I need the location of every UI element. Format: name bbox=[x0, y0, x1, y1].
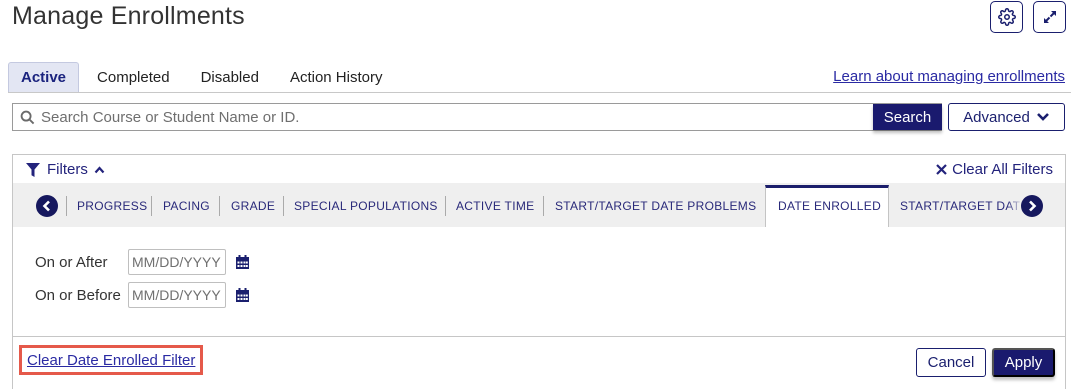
settings-button[interactable] bbox=[990, 1, 1023, 33]
filter-icon bbox=[25, 162, 41, 178]
scroll-right-button[interactable] bbox=[1021, 195, 1043, 217]
apply-button[interactable]: Apply bbox=[992, 348, 1055, 377]
enrollment-tabs: Active Completed Disabled Action History bbox=[8, 62, 400, 93]
clear-date-enrolled-highlight: Clear Date Enrolled Filter bbox=[19, 345, 204, 375]
on-or-before-date-input[interactable] bbox=[128, 282, 226, 308]
tab-action-history[interactable]: Action History bbox=[277, 62, 396, 93]
cancel-button[interactable]: Cancel bbox=[916, 348, 986, 377]
filter-footer-divider bbox=[13, 336, 1065, 337]
expand-icon bbox=[1042, 9, 1058, 25]
tabs-divider bbox=[8, 92, 1071, 93]
filters-label: Filters bbox=[47, 161, 88, 178]
on-or-after-row: On or After bbox=[35, 249, 249, 275]
filter-tab-special-populations[interactable]: SPECIAL POPULATIONS bbox=[294, 198, 438, 214]
calendar-icon[interactable] bbox=[236, 288, 249, 302]
filter-tab-date-enrolled-label: DATE ENROLLED bbox=[778, 199, 882, 213]
calendar-icon[interactable] bbox=[236, 255, 249, 269]
clear-all-filters-label: Clear All Filters bbox=[952, 161, 1053, 178]
tab-separator bbox=[283, 196, 284, 216]
filter-tab-pacing[interactable]: PACING bbox=[163, 198, 210, 214]
search-bar bbox=[12, 103, 942, 131]
tab-active[interactable]: Active bbox=[8, 62, 80, 93]
filter-panel: Filters Clear All Filters PROGRESS PACIN… bbox=[12, 154, 1066, 389]
on-or-after-date-input[interactable] bbox=[128, 249, 226, 275]
tab-separator bbox=[543, 196, 544, 216]
chevron-left-icon bbox=[42, 200, 52, 212]
chevron-right-icon bbox=[1027, 200, 1037, 212]
filter-tab-progress[interactable]: PROGRESS bbox=[77, 198, 147, 214]
chevron-down-icon bbox=[1036, 112, 1050, 122]
tab-disabled[interactable]: Disabled bbox=[188, 62, 272, 93]
filter-tab-start-target-date-problems[interactable]: START/TARGET DATE PROBLEMS bbox=[555, 198, 756, 214]
chevron-up-icon bbox=[94, 165, 105, 174]
filter-tab-active-time[interactable]: ACTIVE TIME bbox=[456, 198, 534, 214]
search-button[interactable]: Search bbox=[873, 104, 942, 130]
filters-toggle[interactable]: Filters bbox=[25, 161, 105, 178]
tab-separator bbox=[66, 196, 67, 216]
tab-completed[interactable]: Completed bbox=[84, 62, 183, 93]
gear-icon bbox=[997, 8, 1016, 26]
learn-about-enrollments-link[interactable]: Learn about managing enrollments bbox=[833, 68, 1065, 85]
search-input[interactable] bbox=[41, 105, 942, 129]
tab-separator bbox=[445, 196, 446, 216]
close-icon bbox=[936, 164, 947, 175]
on-or-before-label: On or Before bbox=[35, 286, 121, 304]
filter-tab-date-enrolled[interactable]: DATE ENROLLED bbox=[765, 185, 889, 227]
clear-date-enrolled-filter-link[interactable]: Clear Date Enrolled Filter bbox=[27, 352, 195, 369]
advanced-search-button[interactable]: Advanced bbox=[948, 103, 1065, 131]
expand-button[interactable] bbox=[1033, 1, 1066, 33]
tab-separator bbox=[151, 196, 152, 216]
advanced-label: Advanced bbox=[963, 108, 1030, 126]
clear-all-filters-button[interactable]: Clear All Filters bbox=[936, 161, 1053, 178]
filter-tab-grade[interactable]: GRADE bbox=[231, 198, 275, 214]
page-title: Manage Enrollments bbox=[12, 2, 245, 30]
tab-separator bbox=[219, 196, 220, 216]
filter-category-tabs: PROGRESS PACING GRADE SPECIAL POPULATION… bbox=[13, 183, 1065, 227]
on-or-after-label: On or After bbox=[35, 253, 108, 271]
search-icon bbox=[13, 104, 41, 130]
scroll-left-button[interactable] bbox=[36, 195, 58, 217]
on-or-before-row: On or Before bbox=[35, 282, 249, 308]
